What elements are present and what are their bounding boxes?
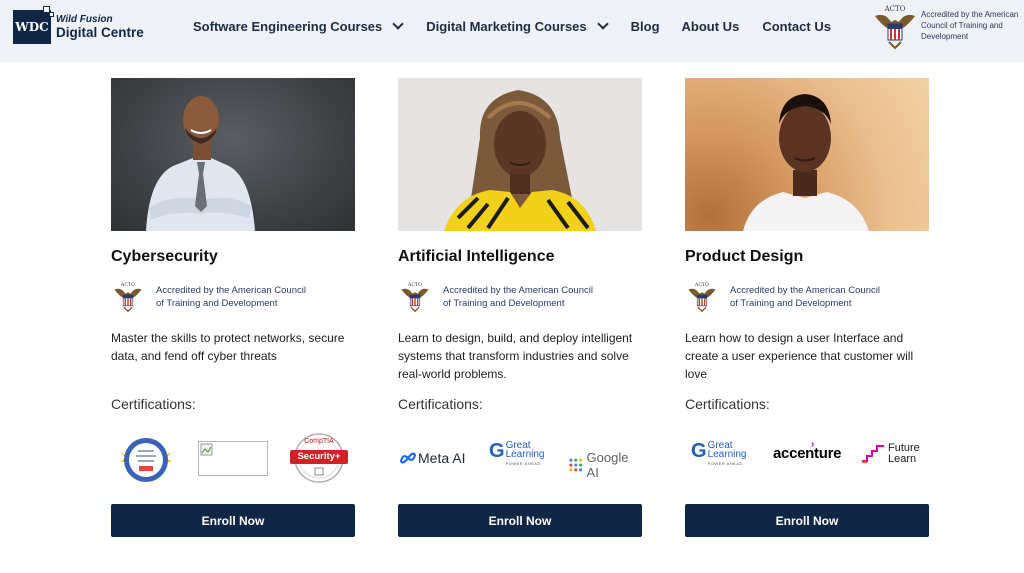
accreditation-line1: Accredited by the American Council: [730, 285, 880, 296]
nav-blog[interactable]: Blog: [631, 19, 660, 34]
course-card-cybersecurity: Cybersecurity ACTO Accredited by the Ame…: [111, 78, 355, 537]
acto-eagle-seal-icon: ACTO: [688, 282, 716, 313]
course-description: Master the skills to protect networks, s…: [111, 331, 345, 363]
accreditation-line2: of Training and Development: [730, 298, 852, 309]
logo-badge: WDC: [13, 6, 54, 44]
course-accreditation: ACTO Accredited by the American Council …: [398, 280, 593, 314]
great-learning-logo: G Great Learning POWER AHEAD: [489, 440, 545, 467]
comptia-security-plus-badge: CompTIA Security+: [289, 433, 349, 483]
accreditation-line2: of Training and Development: [443, 298, 565, 309]
nav-label: Software Engineering Courses: [193, 19, 383, 34]
enroll-button-cybersecurity[interactable]: Enroll Now: [111, 504, 355, 537]
course-title: Artificial Intelligence: [398, 248, 555, 265]
course-card-artificial-intelligence: Artificial Intelligence ACTO Accredited …: [398, 78, 642, 537]
future-learn-logo: Future Learn: [861, 443, 920, 465]
google-ai-logo: Google AI: [568, 450, 642, 480]
course-accreditation: ACTO Accredited by the American Council …: [685, 280, 880, 314]
certification-logos: Meta AI G Great Learning POWER AHEAD Goo…: [398, 433, 642, 483]
accreditation-line1: Accredited by the American Council: [443, 285, 593, 296]
logo-title-line2: Digital Centre: [56, 24, 144, 40]
certifications-label: Certifications:: [685, 396, 770, 412]
comptia-top-text: CompTIA: [304, 438, 334, 445]
course-photo-product-design: [685, 78, 929, 231]
accenture-chevron-icon: ›: [811, 439, 815, 450]
acto-eagle-seal-icon: ACTO: [114, 282, 142, 313]
course-title: Cybersecurity: [111, 248, 218, 265]
course-accreditation: ACTO Accredited by the American Council …: [111, 280, 306, 314]
certifications-label: Certifications:: [398, 396, 483, 412]
nav-about-us[interactable]: About Us: [682, 19, 740, 34]
svg-text:ACTO: ACTO: [884, 5, 906, 13]
nav-label: Blog: [630, 19, 660, 34]
meta-infinity-icon: [399, 452, 417, 464]
great-learning-g-icon: G: [489, 440, 505, 462]
broken-image-placeholder: [198, 441, 268, 476]
svg-text:ACTO: ACTO: [694, 282, 709, 288]
nav-label: Contact Us: [762, 19, 831, 34]
google-ai-dots-icon: [569, 458, 583, 472]
nav-contact-us[interactable]: Contact Us: [762, 19, 831, 34]
site-logo[interactable]: WDC Wild Fusion Digital Centre: [13, 6, 144, 44]
enroll-button-product-design[interactable]: Enroll Now: [685, 504, 929, 537]
accreditation-line1: Accredited by the American Council: [156, 285, 306, 296]
course-photo-cybersecurity: [111, 78, 355, 231]
great-learning-g-icon: G: [691, 440, 707, 462]
header-accreditation: ACTO Accredited by the American Council …: [873, 2, 1024, 52]
nav-label: About Us: [681, 19, 740, 34]
certifications-label: Certifications:: [111, 396, 196, 412]
great-learning-logo: G Great Learning POWER AHEAD: [691, 440, 747, 467]
logo-title-line1: Wild Fusion: [56, 13, 113, 25]
certification-logos: CompTIA Security+: [111, 433, 355, 483]
accenture-logo: › accenture: [773, 439, 842, 462]
meta-ai-logo: Meta AI: [399, 450, 465, 466]
svg-text:ACTO: ACTO: [407, 282, 422, 288]
course-description: Learn how to design a user Interface and…: [685, 331, 914, 381]
broken-image-icon: [200, 443, 213, 456]
accreditation-line2: of Training and Development: [156, 298, 278, 309]
course-description: Learn to design, build, and deploy intel…: [398, 331, 633, 381]
acto-eagle-seal-icon: ACTO: [875, 5, 915, 50]
nav-label: Digital Marketing Courses: [426, 19, 587, 34]
nav-software-engineering[interactable]: Software Engineering Courses: [193, 18, 404, 34]
acto-eagle-seal-icon: ACTO: [401, 282, 429, 313]
google-cybersecurity-badge-icon: [120, 438, 172, 482]
course-title: Product Design: [685, 248, 804, 265]
course-photo-artificial-intelligence: [398, 78, 642, 231]
header-accreditation-text: Accredited by the American Council of Tr…: [921, 10, 1019, 41]
certification-logos: G Great Learning POWER AHEAD › accenture…: [685, 433, 929, 483]
comptia-main-text: Security+: [297, 451, 341, 462]
site-header: WDC Wild Fusion Digital Centre Software …: [0, 0, 1024, 62]
future-learn-stairs-icon: [862, 445, 884, 463]
main-nav: Software Engineering Courses Digital Mar…: [193, 18, 831, 34]
enroll-button-artificial-intelligence[interactable]: Enroll Now: [398, 504, 642, 537]
chevron-down-icon: [596, 18, 609, 30]
nav-digital-marketing[interactable]: Digital Marketing Courses: [426, 18, 609, 34]
svg-text:ACTO: ACTO: [120, 282, 135, 288]
course-card-product-design: Product Design ACTO Accredited by the Am…: [685, 78, 929, 537]
chevron-down-icon: [392, 18, 404, 30]
